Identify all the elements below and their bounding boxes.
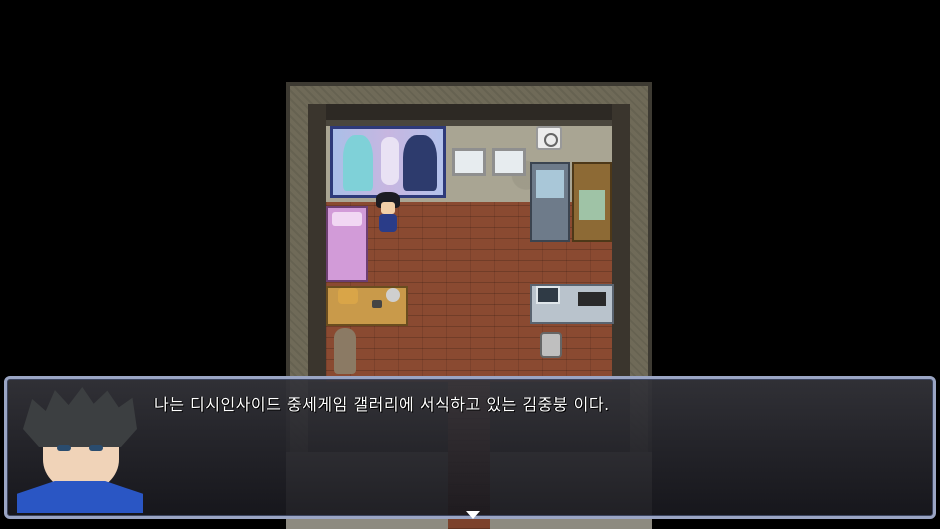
statue[interactable]: [334, 328, 356, 374]
bread-basket: [338, 288, 358, 304]
kettle: [386, 288, 400, 302]
down-triangle-icon[interactable]: [466, 511, 480, 519]
portrait-eye-left: [57, 445, 71, 451]
player-face: [381, 202, 395, 214]
air-conditioner: [536, 126, 562, 150]
cup: [372, 300, 382, 308]
poster-figure-left: [343, 135, 373, 191]
wall-window-left: [452, 148, 486, 176]
hero-portrait: [17, 385, 143, 513]
poster-center-panel: [381, 137, 399, 185]
bed[interactable]: [326, 206, 368, 282]
printer: [578, 292, 606, 306]
bookshelf[interactable]: [572, 162, 612, 242]
wall-left: [308, 104, 326, 382]
message-window[interactable]: 나는 디시인사이드 중세게임 갤러리에 서식하고 있는 김중붕 이다.: [4, 376, 936, 519]
wall-window-right: [492, 148, 526, 176]
portrait-scarf: [17, 481, 143, 513]
wall-right: [612, 104, 630, 382]
portrait-eye-right: [89, 445, 103, 451]
message-text: 나는 디시인사이드 중세게임 갤러리에 서식하고 있는 김중붕 이다.: [154, 395, 610, 414]
computer-monitor[interactable]: [536, 286, 560, 304]
player-body: [379, 214, 397, 232]
stool: [540, 332, 562, 358]
portrait-hair: [23, 387, 137, 447]
anime-poster: [330, 126, 446, 198]
glass-cabinet[interactable]: [530, 162, 570, 242]
poster-figure-right: [403, 135, 437, 191]
player-character: [376, 192, 400, 236]
